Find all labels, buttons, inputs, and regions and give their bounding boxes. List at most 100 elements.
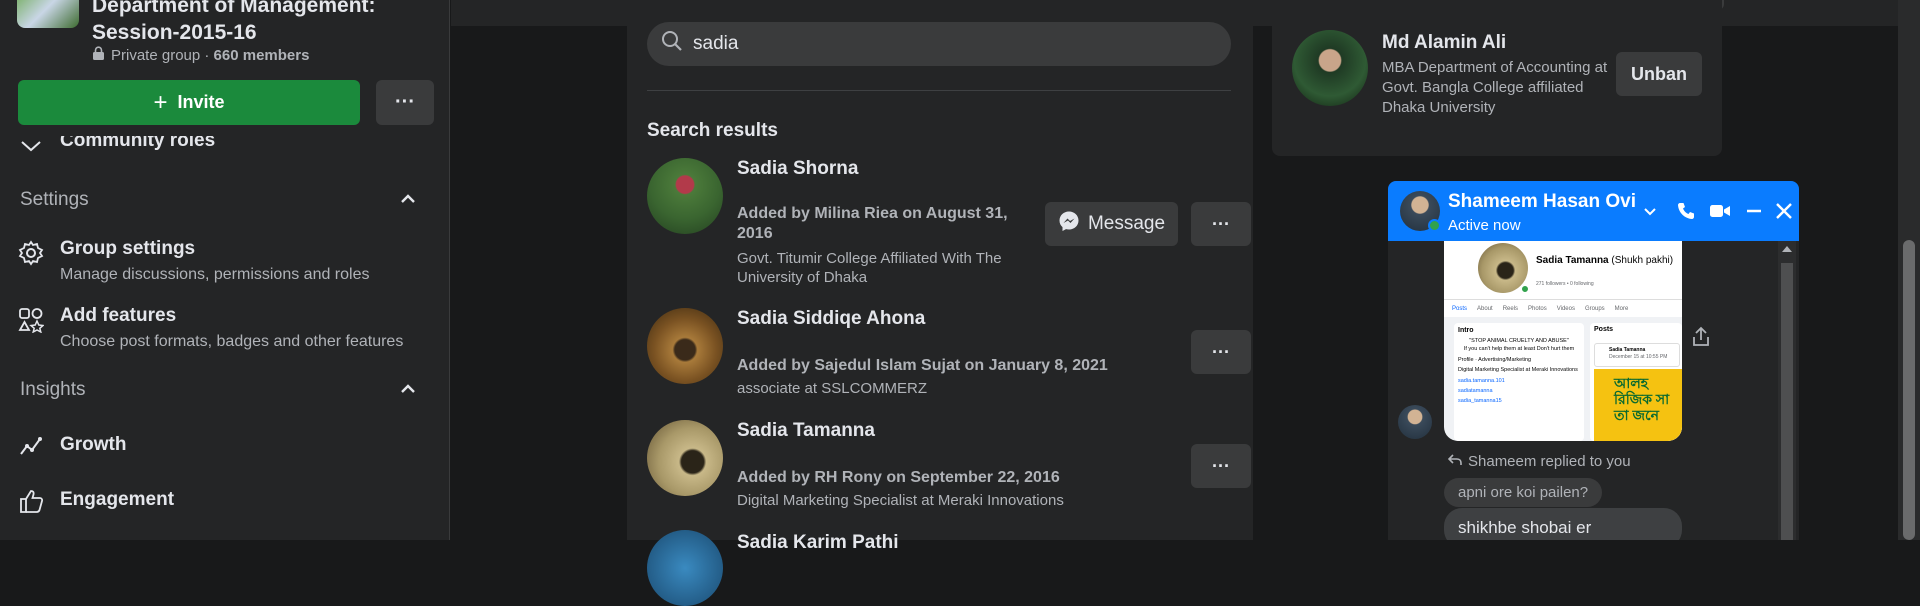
share-icon[interactable] bbox=[1691, 326, 1711, 353]
preview-intro-card: Intro "STOP ANIMAL CRUELTY AND ABUSE" If… bbox=[1454, 323, 1584, 441]
divider bbox=[647, 90, 1231, 91]
preview-posts-card: Posts Sadia Tamanna December 15 at 10:55… bbox=[1590, 323, 1682, 441]
member-added-by: Added by RH Rony on September 22, 2016 bbox=[737, 469, 1060, 486]
growth-label: Growth bbox=[60, 434, 127, 455]
more-dots-icon: ··· bbox=[395, 91, 415, 113]
quoted-message-bubble[interactable]: apni ore koi pailen? bbox=[1444, 478, 1603, 507]
message-button[interactable]: Message bbox=[1045, 202, 1178, 246]
chat-scrollbar-thumb[interactable] bbox=[1781, 263, 1793, 540]
member-more-button[interactable]: ··· bbox=[1191, 202, 1251, 246]
add-features-title: Add features bbox=[60, 305, 177, 326]
search-input-value: sadia bbox=[693, 33, 739, 54]
group-more-button[interactable]: ··· bbox=[376, 80, 434, 125]
member-added-by: Added by Sajedul Islam Sujat on January … bbox=[737, 357, 1108, 374]
preview-followers: 271 followers • 0 following bbox=[1536, 281, 1594, 287]
replied-indicator: Shameem replied to you bbox=[1447, 453, 1631, 470]
reply-arrow-icon bbox=[1447, 453, 1462, 470]
member-search-panel: sadia Search results Sadia Shorna Added … bbox=[627, 0, 1253, 606]
message-bubble[interactable]: shikhbe shobai er bbox=[1444, 508, 1682, 540]
group-name-line1: Department of Management: bbox=[92, 0, 376, 17]
online-status-dot bbox=[1428, 219, 1441, 232]
group-settings-subtitle: Manage discussions, permissions and role… bbox=[60, 266, 370, 283]
sidebar-item-engagement[interactable]: Engagement bbox=[18, 486, 174, 514]
invite-label: Invite bbox=[177, 92, 225, 112]
chat-scrollbar[interactable] bbox=[1778, 241, 1796, 540]
sidebar-item-group-settings[interactable]: Group settings Manage discussions, permi… bbox=[18, 238, 369, 284]
messenger-icon bbox=[1058, 210, 1080, 238]
scroll-mask bbox=[0, 126, 449, 136]
member-more-button[interactable]: ··· bbox=[1191, 330, 1251, 374]
message-label: Message bbox=[1087, 213, 1166, 234]
preview-post-image: আলহ রিজিক সা তা জনে bbox=[1594, 369, 1682, 441]
member-avatar[interactable] bbox=[647, 308, 723, 384]
phone-icon[interactable] bbox=[1674, 199, 1698, 223]
member-avatar[interactable] bbox=[647, 158, 723, 234]
minimize-icon[interactable] bbox=[1742, 199, 1766, 223]
page-scrollbar-thumb[interactable] bbox=[1903, 240, 1915, 540]
group-cover-thumbnail[interactable] bbox=[17, 0, 79, 28]
banned-member-card: Md Alamin Ali MBA Department of Accounti… bbox=[1272, 0, 1722, 156]
group-privacy-label: Private group · bbox=[111, 47, 214, 64]
member-result: Sadia Siddiqe Ahona Added by Sajedul Isl… bbox=[647, 308, 1251, 408]
member-result: Sadia Karim Pathi bbox=[647, 530, 1231, 606]
page-scrollbar[interactable] bbox=[1898, 0, 1920, 540]
member-search-input[interactable]: sadia bbox=[647, 22, 1231, 66]
banned-member-avatar[interactable] bbox=[1292, 30, 1368, 106]
member-workplace: associate at SSLCOMMERZ bbox=[737, 380, 928, 397]
member-workplace: Govt. Titumir College Affiliated With Th… bbox=[737, 250, 1002, 286]
more-dots-icon: ··· bbox=[1212, 213, 1230, 234]
sidebar-item-add-features[interactable]: Add features Choose post formats, badges… bbox=[18, 305, 403, 351]
chat-contact-name[interactable]: Shameem Hasan Ovi bbox=[1448, 191, 1636, 213]
group-name-line2: Session-2015-16 bbox=[92, 21, 257, 44]
settings-section-title: Settings bbox=[20, 189, 89, 210]
member-added-by: Added by Milina Riea on August 31, 2016 bbox=[737, 205, 1008, 242]
chat-header[interactable]: Shameem Hasan Ovi Active now bbox=[1388, 181, 1799, 241]
invite-button[interactable]: + Invite bbox=[18, 80, 360, 125]
banned-member-name[interactable]: Md Alamin Ali bbox=[1382, 32, 1506, 54]
member-name[interactable]: Sadia Siddiqe Ahona bbox=[737, 308, 925, 330]
insights-section-title: Insights bbox=[20, 379, 86, 400]
thumbs-up-icon bbox=[18, 488, 44, 514]
banned-member-description: MBA Department of Accounting at Govt. Ba… bbox=[1382, 59, 1608, 116]
member-result: Sadia Shorna Added by Milina Riea on Aug… bbox=[647, 158, 1251, 288]
member-name[interactable]: Sadia Tamanna bbox=[737, 420, 875, 442]
group-name[interactable]: Department of Management: Session-2015-1… bbox=[92, 0, 432, 46]
plus-icon: + bbox=[153, 88, 168, 116]
more-dots-icon: ··· bbox=[1212, 455, 1230, 476]
group-settings-title: Group settings bbox=[60, 238, 196, 259]
member-result: Sadia Tamanna Added by RH Rony on Septem… bbox=[647, 420, 1251, 520]
gear-icon bbox=[18, 240, 44, 266]
lock-icon bbox=[92, 46, 105, 65]
member-name[interactable]: Sadia Shorna bbox=[737, 158, 858, 180]
engagement-label: Engagement bbox=[60, 489, 175, 510]
shared-profile-screenshot[interactable]: Sadia Tamanna (Shukh pakhi) 271 follower… bbox=[1444, 241, 1682, 441]
member-name[interactable]: Sadia Karim Pathi bbox=[737, 532, 899, 554]
chevron-up-icon[interactable] bbox=[398, 189, 418, 209]
member-avatar[interactable] bbox=[647, 420, 723, 496]
preview-online-dot bbox=[1520, 284, 1530, 294]
group-meta: Private group · 660 members bbox=[92, 46, 309, 65]
add-features-subtitle: Choose post formats, badges and other fe… bbox=[60, 333, 404, 350]
search-icon bbox=[661, 30, 683, 58]
chat-contact-status: Active now bbox=[1448, 217, 1521, 234]
search-results-heading: Search results bbox=[647, 120, 778, 141]
growth-chart-icon bbox=[18, 433, 44, 459]
video-camera-icon[interactable] bbox=[1708, 199, 1732, 223]
replied-text: Shameem replied to you bbox=[1468, 453, 1631, 470]
preview-profile-name: Sadia Tamanna (Shukh pakhi) bbox=[1536, 255, 1674, 266]
group-member-count[interactable]: 660 members bbox=[214, 47, 310, 64]
scroll-up-arrow-icon[interactable] bbox=[1782, 246, 1792, 252]
chevron-up-icon[interactable] bbox=[398, 379, 418, 399]
group-admin-sidebar: Department of Management: Session-2015-1… bbox=[0, 0, 450, 540]
more-dots-icon: ··· bbox=[1212, 341, 1230, 362]
unban-button[interactable]: Unban bbox=[1616, 52, 1702, 96]
chevron-down-icon[interactable] bbox=[1638, 199, 1662, 223]
close-icon[interactable] bbox=[1772, 199, 1796, 223]
messenger-chat-window: Shameem Hasan Ovi Active now Sadia Taman… bbox=[1388, 181, 1799, 540]
preview-tabs: Posts About Reels Photos Videos Groups More bbox=[1444, 299, 1682, 317]
chat-message-avatar[interactable] bbox=[1398, 405, 1432, 439]
member-avatar[interactable] bbox=[647, 530, 723, 606]
sidebar-item-growth[interactable]: Growth bbox=[18, 431, 127, 459]
member-more-button[interactable]: ··· bbox=[1191, 444, 1251, 488]
member-workplace: Digital Marketing Specialist at Meraki I… bbox=[737, 492, 1064, 509]
